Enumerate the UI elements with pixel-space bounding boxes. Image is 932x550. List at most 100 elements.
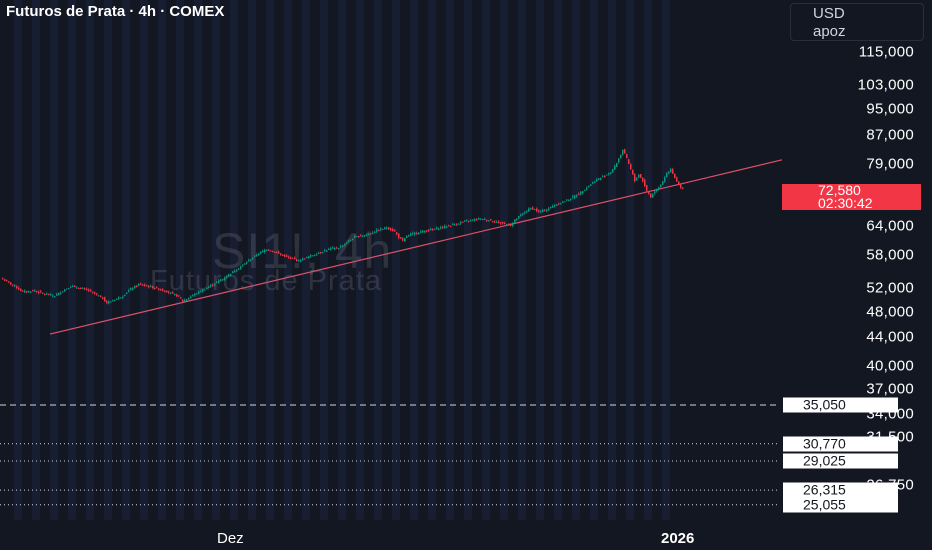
session-stripe bbox=[50, 0, 58, 520]
last-price-tag: 72,580 02:30:42 bbox=[782, 183, 921, 210]
session-stripe bbox=[518, 0, 526, 520]
candle-body bbox=[446, 226, 448, 228]
candle-body bbox=[62, 291, 64, 293]
candle-body bbox=[540, 211, 542, 213]
candle-body bbox=[10, 282, 12, 285]
y-tick-label: 95,000 bbox=[866, 100, 914, 118]
session-stripe bbox=[392, 0, 400, 520]
candle-body bbox=[614, 165, 616, 170]
candle-body bbox=[434, 228, 436, 230]
candle-body bbox=[432, 228, 434, 230]
candle-body bbox=[616, 163, 618, 167]
candle-body bbox=[464, 220, 466, 222]
candle-body bbox=[132, 288, 134, 290]
session-stripe bbox=[626, 0, 634, 520]
candle-body bbox=[94, 292, 96, 294]
candle-body bbox=[440, 227, 442, 229]
candle-body bbox=[28, 290, 30, 293]
candle-body bbox=[12, 284, 14, 286]
candle-body bbox=[138, 284, 140, 286]
session-stripe bbox=[608, 0, 616, 520]
candle-body bbox=[18, 288, 20, 290]
candle-body bbox=[124, 294, 126, 296]
candle-body bbox=[502, 222, 504, 224]
candle-body bbox=[52, 295, 54, 297]
session-stripe bbox=[644, 0, 652, 520]
candle-body bbox=[496, 221, 498, 223]
candle-body bbox=[664, 177, 666, 182]
candle-body bbox=[426, 230, 428, 232]
candle-body bbox=[548, 208, 550, 211]
session-stripe bbox=[662, 0, 670, 520]
candle-body bbox=[554, 205, 556, 207]
candle-body bbox=[570, 198, 572, 200]
candle-body bbox=[498, 221, 500, 223]
candle-body bbox=[460, 222, 462, 224]
candle-body bbox=[636, 178, 638, 181]
level-tag: 29,025 bbox=[783, 453, 898, 469]
candle-body bbox=[102, 297, 104, 299]
candle-body bbox=[682, 187, 684, 189]
candle-body bbox=[608, 173, 610, 175]
candle-body bbox=[520, 214, 522, 216]
scale-mode-label: apoz bbox=[813, 23, 846, 40]
candle-body bbox=[582, 191, 584, 193]
candle-body bbox=[456, 223, 458, 225]
candle-body bbox=[612, 169, 614, 173]
candle-body bbox=[462, 221, 464, 223]
candle-body bbox=[576, 195, 578, 197]
session-stripe bbox=[536, 0, 544, 520]
candle-body bbox=[60, 292, 62, 294]
candle-body bbox=[444, 225, 446, 228]
candle-body bbox=[24, 290, 26, 293]
candle-body bbox=[528, 208, 530, 212]
currency-label: USD bbox=[813, 5, 845, 22]
candle-body bbox=[108, 301, 110, 304]
candle-body bbox=[56, 294, 58, 296]
candle-body bbox=[76, 287, 78, 289]
candle-body bbox=[534, 209, 536, 211]
session-stripe bbox=[176, 0, 184, 520]
candle-body bbox=[566, 199, 568, 201]
candle-body bbox=[458, 223, 460, 225]
candle-body bbox=[396, 232, 398, 235]
candle-body bbox=[116, 298, 118, 300]
candle-body bbox=[510, 224, 512, 226]
candle-body bbox=[674, 173, 676, 179]
candle-body bbox=[538, 210, 540, 212]
candle-body bbox=[130, 288, 132, 291]
candle-body bbox=[482, 219, 484, 221]
candle-body bbox=[404, 238, 406, 242]
candle-body bbox=[408, 234, 410, 237]
candle-body bbox=[532, 207, 534, 210]
candle-body bbox=[658, 187, 660, 190]
y-tick-label: 103,000 bbox=[857, 76, 914, 94]
candle-body bbox=[122, 296, 124, 298]
y-tick-label: 115,000 bbox=[858, 43, 914, 61]
candle-body bbox=[120, 297, 122, 299]
candle-body bbox=[594, 181, 596, 183]
session-stripe bbox=[104, 0, 112, 520]
candle-body bbox=[556, 204, 558, 206]
candle-body bbox=[74, 286, 76, 288]
candle-body bbox=[80, 287, 82, 289]
candle-body bbox=[78, 287, 80, 289]
session-stripe bbox=[140, 0, 148, 520]
candle-body bbox=[634, 174, 636, 182]
candle-body bbox=[112, 300, 114, 302]
candle-body bbox=[668, 171, 670, 174]
candle-body bbox=[508, 223, 510, 226]
y-tick-label: 37,000 bbox=[866, 380, 914, 398]
y-tick-label: 58,000 bbox=[866, 246, 914, 264]
candle-body bbox=[442, 226, 444, 228]
candle-body bbox=[666, 172, 668, 178]
candle-body bbox=[140, 283, 142, 285]
currency-scale-button[interactable]: USD apoz bbox=[790, 3, 924, 41]
candle-body bbox=[630, 164, 632, 169]
candle-body bbox=[672, 169, 674, 174]
session-stripe bbox=[14, 0, 22, 520]
session-stripe bbox=[194, 0, 202, 520]
y-tick-label: 48,000 bbox=[866, 303, 914, 321]
chart-area[interactable]: SI1!, 4h Futuros de Prata Futuros de Pra… bbox=[0, 0, 932, 550]
candle-body bbox=[22, 290, 24, 292]
